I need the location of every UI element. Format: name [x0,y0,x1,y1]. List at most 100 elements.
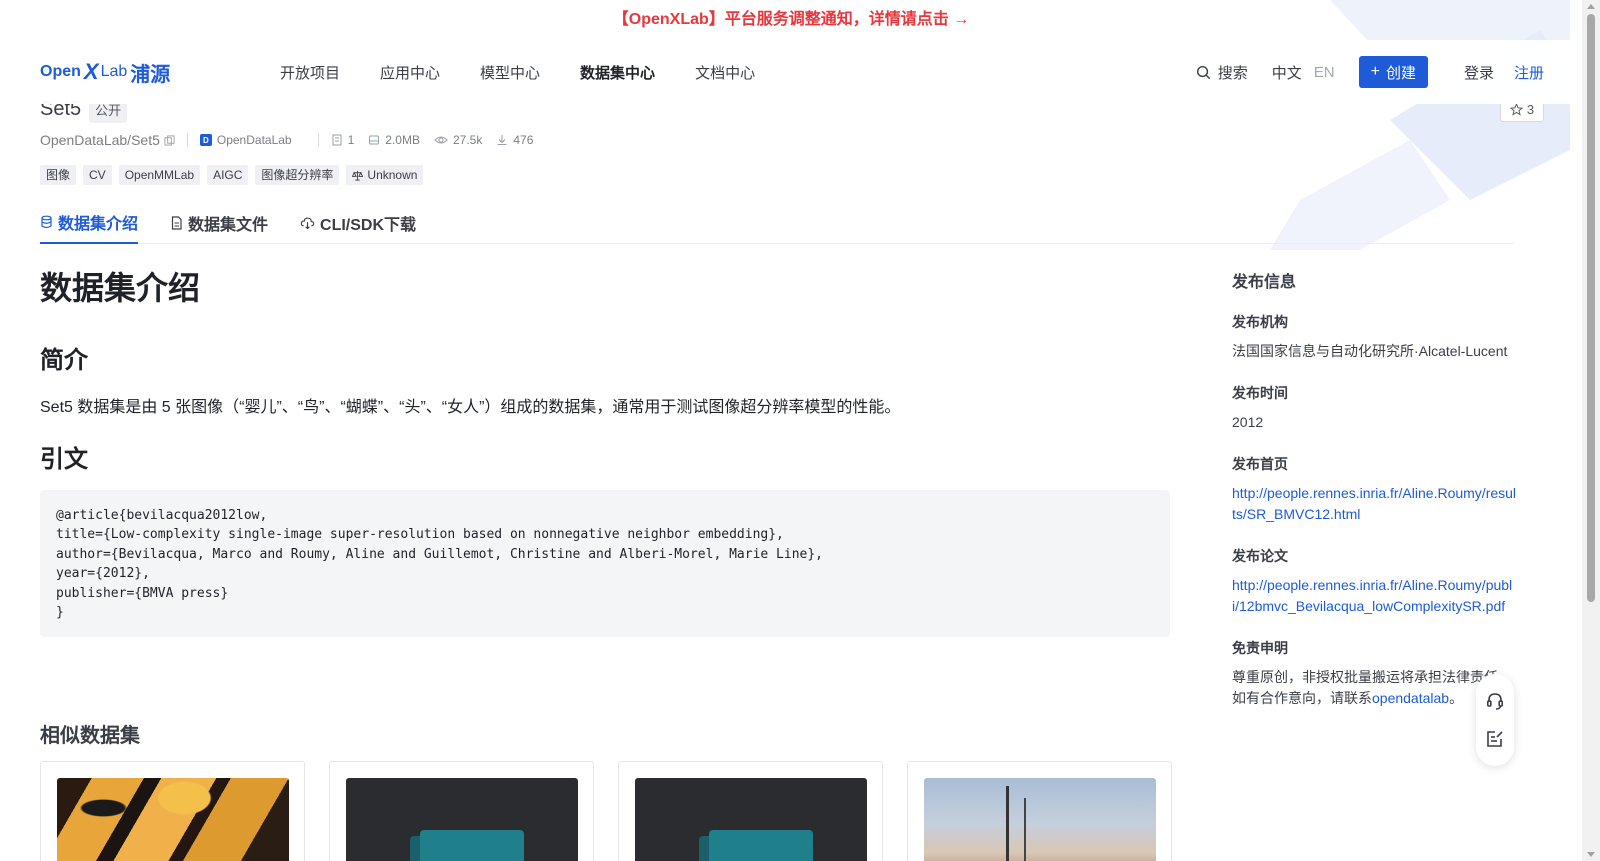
intro-text: Set5 数据集是由 5 张图像（“婴儿”、“鸟”、“蝴蝶”、“头”、“女人”）… [40,399,901,416]
cloud-download-icon [300,217,315,230]
tag-aigc[interactable]: AIGC [207,165,249,185]
download-count-value: 476 [513,133,534,147]
create-label: 创建 [1385,64,1416,82]
similar-dataset-card[interactable] [618,761,883,861]
similar-dataset-card[interactable] [329,761,594,861]
lang-en[interactable]: EN [1314,64,1335,81]
disclaimer-suffix: 。 [1449,690,1464,706]
meta-divider [317,133,319,147]
similar-dataset-card[interactable] [907,761,1172,861]
similar-dataset-card[interactable] [40,761,305,861]
logo-text-open: Open [40,63,81,80]
tab-files[interactable]: 数据集文件 [170,202,268,244]
scale-icon [352,170,364,181]
tab-introduction-label: 数据集介绍 [58,216,139,233]
nav-apps[interactable]: 应用中心 [380,62,440,83]
publish-info-sidebar: 发布信息 发布机构 法国国家信息与自动化研究所·Alcatel-Lucent 发… [1232,268,1517,730]
floating-toolbar [1476,674,1514,766]
plus-icon: + [1370,63,1380,80]
view-count: 27.5k [434,133,482,147]
service-notice-link[interactable]: 【OpenXLab】平台服务调整通知，详情请点击 → [0,0,1582,40]
similar-datasets-list [40,761,1196,861]
file-count-value: 1 [347,133,355,147]
tag-super-resolution[interactable]: 图像超分辨率 [255,165,340,185]
paper-label: 发布论文 [1232,548,1288,564]
logo-text-lab: Lab [100,63,128,80]
publish-time-value: 2012 [1232,414,1264,430]
nav-open-projects[interactable]: 开放项目 [280,62,340,83]
search-icon [1196,65,1210,79]
dataset-size-value: 2.0MB [385,133,420,147]
openxlab-logo[interactable]: Open X Lab 浦源 [40,58,170,86]
create-button[interactable]: + 创建 [1358,56,1428,88]
page: 【OpenXLab】平台服务调整通知，详情请点击 → Open X Lab 浦源… [0,0,1600,861]
citation-code-block: @article{bevilacqua2012low, title={Low-c… [40,490,1170,637]
dataset-tabs: 数据集介绍 数据集文件 CLI/SDK下载 [40,202,1514,244]
header-actions: 搜索 中文 EN + 创建 登录 注册 [1196,40,1544,104]
disk-icon [369,135,380,145]
tag-image[interactable]: 图像 [40,165,77,185]
search-label: 搜索 [1217,64,1248,82]
meta-divider [186,133,188,147]
download-icon [497,135,507,145]
customer-service-button[interactable] [1485,691,1505,711]
dataset-thumbnail [635,778,867,861]
dataset-org[interactable]: D OpenDataLab [199,133,292,147]
publish-time-label: 发布时间 [1232,385,1288,401]
copy-icon[interactable] [164,134,175,146]
paper-link[interactable]: http://people.rennes.inria.fr/Aline.Roum… [1232,575,1517,617]
homepage-label: 发布首页 [1232,456,1288,472]
dataset-size: 2.0MB [368,133,420,147]
feedback-button[interactable] [1485,729,1505,749]
document-icon [171,216,182,230]
page-scrollbar[interactable] [1582,0,1600,861]
content-title: 数据集介绍 [40,270,201,306]
feedback-icon [1487,731,1503,747]
file-count: 1 [331,133,355,147]
dataset-path: OpenDataLab/Set5 [40,132,175,148]
database-icon [41,215,52,229]
opendatalab-logo-icon: D [199,134,212,146]
tag-cv[interactable]: CV [83,165,112,185]
tag-openmmlab[interactable]: OpenMMLab [118,165,201,185]
tag-license[interactable]: Unknown [346,165,424,185]
tab-cli-sdk[interactable]: CLI/SDK下载 [300,202,416,244]
nav-docs[interactable]: 文档中心 [695,62,755,83]
headset-icon [1486,693,1503,710]
tab-introduction[interactable]: 数据集介绍 [40,202,139,244]
dataset-tags: 图像 CV OpenMMLab AIGC 图像超分辨率 Unknown [40,165,430,185]
publisher-label: 发布机构 [1232,314,1288,330]
dataset-meta: OpenDataLab/Set5 D OpenDataLab 1 2.0MB 2… [40,132,547,148]
homepage-link[interactable]: http://people.rennes.inria.fr/Aline.Roum… [1232,483,1517,525]
scroll-thumb[interactable] [1587,14,1595,602]
publisher-value: 法国国家信息与自动化研究所·Alcatel-Lucent [1232,343,1508,359]
dataset-thumbnail [346,778,578,861]
register-link[interactable]: 注册 [1514,62,1544,83]
top-header: Open X Lab 浦源 开放项目 应用中心 模型中心 数据集中心 文档中心 … [0,40,1582,104]
nav-datasets[interactable]: 数据集中心 [580,62,655,83]
main-nav: 开放项目 应用中心 模型中心 数据集中心 文档中心 [280,40,795,104]
disclaimer-line-1: 尊重原创，非授权批量搬运将承担法律责任 [1232,669,1498,685]
scroll-up-arrow-icon[interactable] [1587,4,1595,9]
scroll-down-arrow-icon[interactable] [1587,852,1595,857]
disclaimer-line-2: 如有合作意向，请联系 [1232,690,1372,706]
contact-opendatalab-link[interactable]: opendatalab [1372,690,1449,706]
similar-datasets-heading: 相似数据集 [40,725,140,747]
logo-x: X [83,59,99,84]
download-count: 476 [496,133,533,147]
lang-cn[interactable]: 中文 [1272,62,1302,83]
nav-models[interactable]: 模型中心 [480,62,540,83]
tab-cli-sdk-label: CLI/SDK下载 [320,217,417,234]
search-button[interactable]: 搜索 [1196,62,1248,83]
star-icon [1509,102,1523,116]
file-icon [332,134,342,146]
license-label: Unknown [367,168,418,182]
login-link[interactable]: 登录 [1464,62,1494,83]
publish-info-title: 发布信息 [1232,274,1297,291]
tab-files-label: 数据集文件 [188,217,269,234]
eye-icon [434,136,448,144]
citation-heading: 引文 [40,446,88,473]
view-count-value: 27.5k [452,133,483,147]
dataset-path-text: OpenDataLab/Set5 [40,132,160,148]
intro-heading: 简介 [40,347,88,374]
